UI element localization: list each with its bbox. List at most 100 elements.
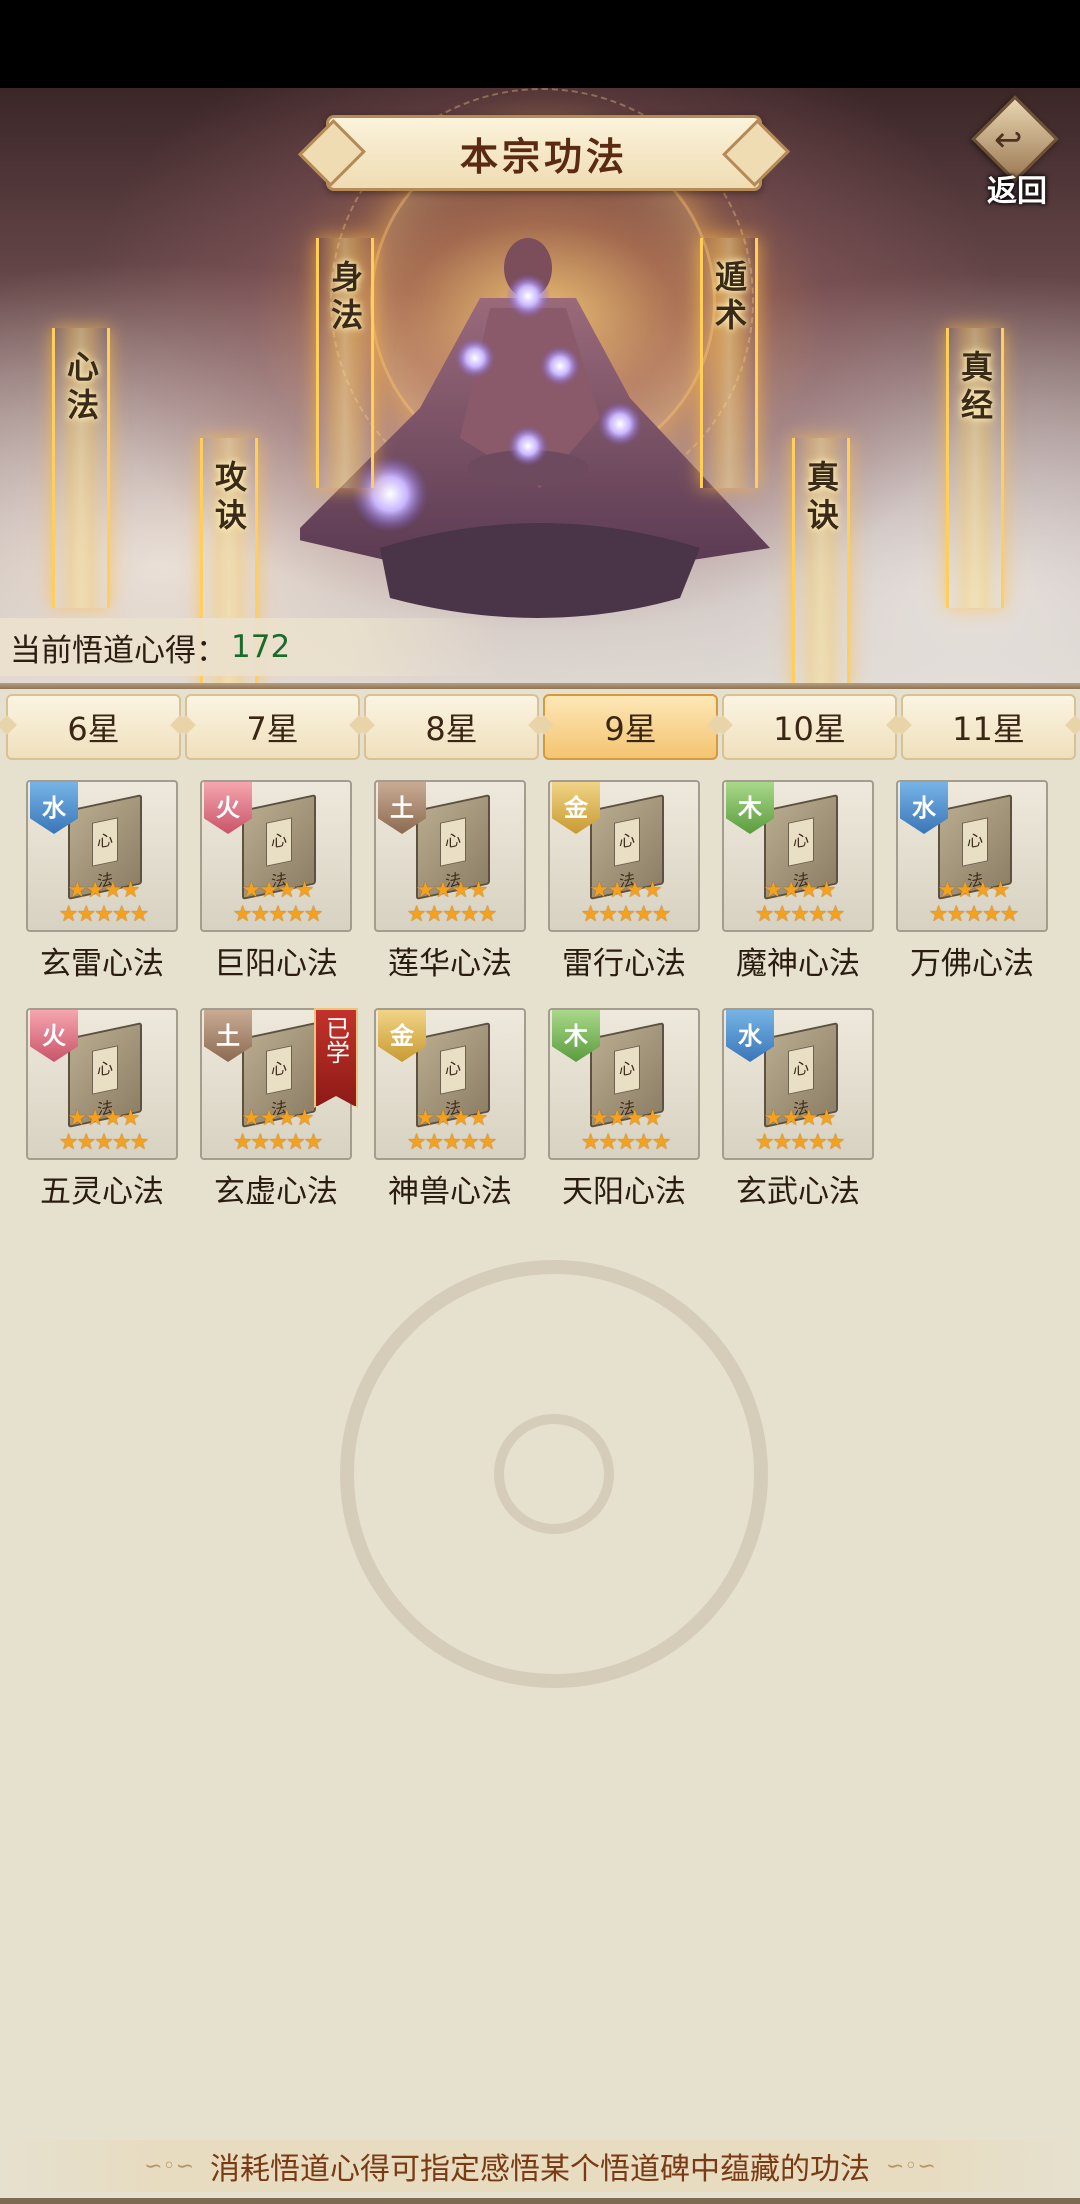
technique-name: 魔神心法 bbox=[736, 946, 860, 982]
star-rating-top: ★★★★ bbox=[241, 878, 315, 903]
technique-card[interactable]: 心法金 ★★★★ ★★★★★ bbox=[548, 780, 700, 932]
back-label: 返回 bbox=[987, 174, 1047, 209]
cloud-ornament-left-icon: ∽◦∽ bbox=[144, 2153, 194, 2179]
technique-card[interactable]: 心法木 ★★★★ ★★★★★ bbox=[548, 1008, 700, 1160]
star-rating-bottom: ★★★★★ bbox=[580, 1130, 672, 1155]
technique-item[interactable]: 心法木 ★★★★ ★★★★★ 魔神心法 bbox=[722, 780, 874, 1000]
star-rating-bottom: ★★★★★ bbox=[928, 902, 1020, 927]
star-rating-bottom: ★★★★★ bbox=[406, 902, 498, 927]
star-tabs: 6星 7星 8星 9星 10星 11星 bbox=[6, 694, 1076, 760]
technique-name: 雷行心法 bbox=[562, 946, 686, 982]
technique-card[interactable]: 心法土 ★★★★ ★★★★★ 已学 bbox=[200, 1008, 358, 1160]
footer-hint: ∽◦∽ 消耗悟道心得可指定感悟某个悟道碑中蕴藏的功法 ∽◦∽ bbox=[0, 2140, 1080, 2192]
technique-name: 玄雷心法 bbox=[40, 946, 164, 982]
technique-name: 玄虚心法 bbox=[214, 1174, 338, 1210]
pillar-true-art[interactable]: 真诀 bbox=[792, 438, 850, 688]
page-title: 本宗功法 bbox=[459, 134, 628, 179]
technique-item[interactable]: 心法土 ★★★★ ★★★★★ 莲华心法 bbox=[374, 780, 526, 1000]
page-title-banner: 本宗功法 bbox=[326, 115, 762, 191]
book-tag: 心法 bbox=[614, 817, 640, 892]
star-rating-bottom: ★★★★★ bbox=[754, 1130, 846, 1155]
tab-label: 6星 bbox=[67, 710, 120, 748]
book-tag: 心法 bbox=[614, 1045, 640, 1120]
technique-name: 玄武心法 bbox=[736, 1174, 860, 1210]
technique-list: 心法水 ★★★★ ★★★★★ 玄雷心法 心法火 ★★★★ ★★★★★ 巨阳心法 心法土 ★★★★ ★… bbox=[0, 760, 1080, 2140]
technique-item[interactable]: 心法金 ★★★★ ★★★★★ 神兽心法 bbox=[374, 1008, 526, 1228]
tab-star-8[interactable]: 8星 bbox=[364, 694, 539, 760]
divider bbox=[0, 683, 1080, 689]
star-rating-bottom: ★★★★★ bbox=[58, 902, 150, 927]
technique-grid: 心法水 ★★★★ ★★★★★ 玄雷心法 心法火 ★★★★ ★★★★★ 巨阳心法 心法土 ★★★★ ★… bbox=[26, 780, 1066, 1228]
pillar-escape-art[interactable]: 遁术 bbox=[700, 238, 758, 488]
star-rating-top: ★★★★ bbox=[241, 1106, 315, 1131]
star-rating-top: ★★★★ bbox=[937, 878, 1011, 903]
pillar-true-scripture[interactable]: 真经 bbox=[946, 328, 1004, 608]
tab-label: 9星 bbox=[604, 710, 657, 748]
technique-item[interactable]: 心法土 ★★★★ ★★★★★ 已学 玄虚心法 bbox=[200, 1008, 358, 1228]
star-rating-bottom: ★★★★★ bbox=[580, 902, 672, 927]
insight-label: 当前悟道心得： bbox=[10, 632, 227, 669]
technique-name: 莲华心法 bbox=[388, 946, 512, 982]
book-tag: 心法 bbox=[788, 817, 814, 892]
technique-item[interactable]: 心法金 ★★★★ ★★★★★ 雷行心法 bbox=[548, 780, 700, 1000]
pillar-body-method[interactable]: 身法 bbox=[316, 238, 374, 488]
book-tag: 心法 bbox=[788, 1045, 814, 1120]
star-rating-top: ★★★★ bbox=[415, 1106, 489, 1131]
return-arrow-icon: ↩ bbox=[994, 120, 1023, 160]
tab-label: 8星 bbox=[425, 710, 478, 748]
status-bar bbox=[0, 0, 1080, 88]
star-rating-bottom: ★★★★★ bbox=[232, 1130, 324, 1155]
star-rating-top: ★★★★ bbox=[589, 878, 663, 903]
star-rating-top: ★★★★ bbox=[67, 878, 141, 903]
tab-star-11[interactable]: 11星 bbox=[901, 694, 1076, 760]
technique-name: 五灵心法 bbox=[40, 1174, 164, 1210]
yin-yang-watermark-icon bbox=[340, 1260, 768, 1688]
technique-item[interactable]: 心法木 ★★★★ ★★★★★ 天阳心法 bbox=[548, 1008, 700, 1228]
technique-name: 神兽心法 bbox=[388, 1174, 512, 1210]
insight-value: 172 bbox=[231, 629, 291, 665]
technique-card[interactable]: 心法火 ★★★★ ★★★★★ bbox=[26, 1008, 178, 1160]
tab-star-9[interactable]: 9星 bbox=[543, 694, 718, 760]
technique-item[interactable]: 心法火 ★★★★ ★★★★★ 五灵心法 bbox=[26, 1008, 178, 1228]
technique-card[interactable]: 心法火 ★★★★ ★★★★★ bbox=[200, 780, 352, 932]
book-tag: 心法 bbox=[440, 817, 466, 892]
tab-star-6[interactable]: 6星 bbox=[6, 694, 181, 760]
back-button[interactable]: ↩ 返回 bbox=[964, 95, 1064, 209]
book-tag: 心法 bbox=[266, 817, 292, 892]
star-rating-bottom: ★★★★★ bbox=[58, 1130, 150, 1155]
footer-text: 消耗悟道心得可指定感悟某个悟道碑中蕴藏的功法 bbox=[210, 2152, 870, 2187]
book-tag: 心法 bbox=[440, 1045, 466, 1120]
star-rating-bottom: ★★★★★ bbox=[232, 902, 324, 927]
bottom-border bbox=[0, 2198, 1080, 2204]
book-tag: 心法 bbox=[92, 1045, 118, 1120]
technique-item[interactable]: 心法水 ★★★★ ★★★★★ 玄武心法 bbox=[722, 1008, 874, 1228]
technique-name: 万佛心法 bbox=[910, 946, 1034, 982]
technique-item[interactable]: 心法水 ★★★★ ★★★★★ 万佛心法 bbox=[896, 780, 1048, 1000]
star-rating-bottom: ★★★★★ bbox=[754, 902, 846, 927]
tab-label: 10星 bbox=[773, 710, 846, 748]
technique-card[interactable]: 心法水 ★★★★ ★★★★★ bbox=[896, 780, 1048, 932]
tab-label: 7星 bbox=[246, 710, 299, 748]
star-rating-top: ★★★★ bbox=[763, 878, 837, 903]
technique-card[interactable]: 心法木 ★★★★ ★★★★★ bbox=[722, 780, 874, 932]
technique-name: 天阳心法 bbox=[562, 1174, 686, 1210]
star-rating-top: ★★★★ bbox=[67, 1106, 141, 1131]
insight-bar: 当前悟道心得： 172 bbox=[0, 618, 500, 676]
cloud-ornament-right-icon: ∽◦∽ bbox=[886, 2153, 936, 2179]
book-tag: 心法 bbox=[92, 817, 118, 892]
tab-star-7[interactable]: 7星 bbox=[185, 694, 360, 760]
technique-item[interactable]: 心法火 ★★★★ ★★★★★ 巨阳心法 bbox=[200, 780, 352, 1000]
technique-item[interactable]: 心法水 ★★★★ ★★★★★ 玄雷心法 bbox=[26, 780, 178, 1000]
technique-name: 巨阳心法 bbox=[214, 946, 338, 982]
technique-card[interactable]: 心法水 ★★★★ ★★★★★ bbox=[722, 1008, 874, 1160]
learned-ribbon: 已学 bbox=[314, 1008, 358, 1108]
learned-label: 已学 bbox=[321, 1016, 350, 1064]
star-rating-top: ★★★★ bbox=[415, 878, 489, 903]
star-rating-bottom: ★★★★★ bbox=[406, 1130, 498, 1155]
star-rating-top: ★★★★ bbox=[763, 1106, 837, 1131]
pillar-heart-method[interactable]: 心法 bbox=[52, 328, 110, 608]
technique-card[interactable]: 心法金 ★★★★ ★★★★★ bbox=[374, 1008, 526, 1160]
tab-star-10[interactable]: 10星 bbox=[722, 694, 897, 760]
technique-card[interactable]: 心法水 ★★★★ ★★★★★ bbox=[26, 780, 178, 932]
technique-card[interactable]: 心法土 ★★★★ ★★★★★ bbox=[374, 780, 526, 932]
